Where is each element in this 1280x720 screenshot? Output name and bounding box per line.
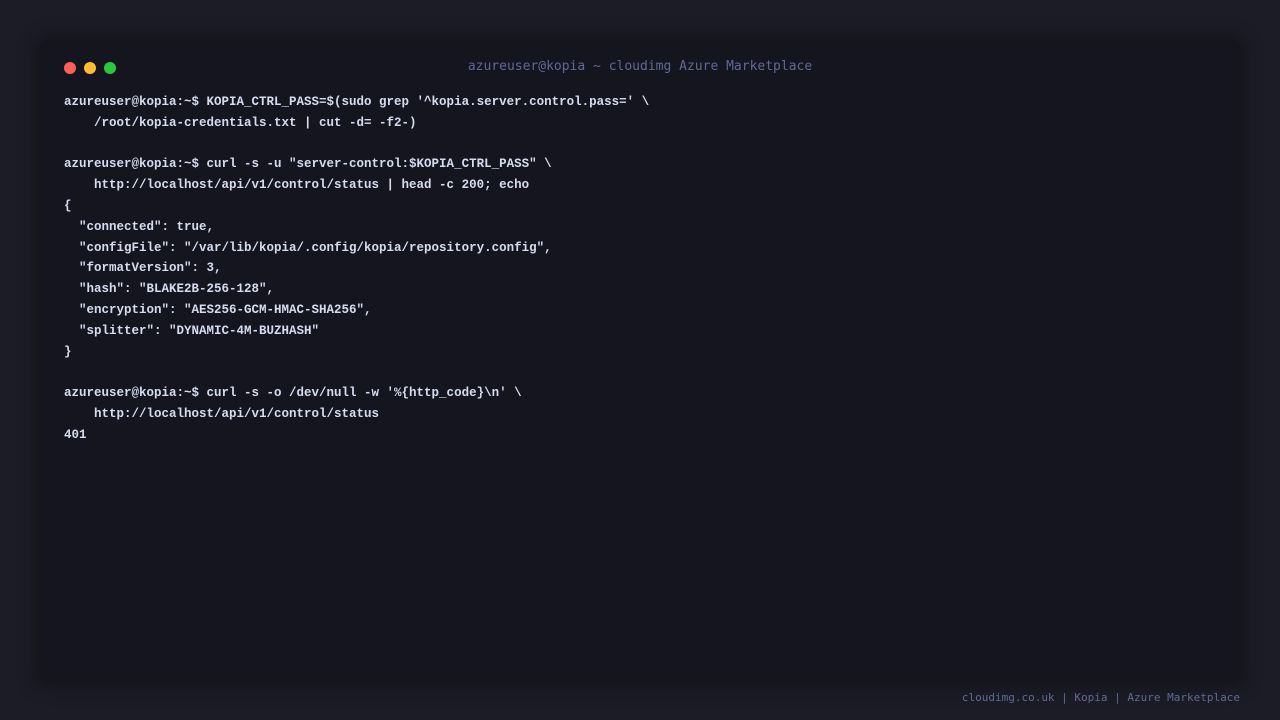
terminal-window: azureuser@kopia ~ cloudimg Azure Marketp… (40, 40, 1240, 682)
terminal-line: "connected": true, (64, 219, 215, 234)
terminal-line: 401 (64, 427, 87, 442)
window-title: azureuser@kopia ~ cloudimg Azure Marketp… (467, 59, 813, 74)
terminal-line: { (64, 198, 72, 213)
terminal-output[interactable]: azureuser@kopia:~$ KOPIA_CTRL_PASS=$(sud… (64, 92, 1216, 446)
terminal-line: azureuser@kopia:~$ curl -s -o /dev/null … (64, 386, 522, 401)
terminal-line: } (64, 344, 72, 359)
terminal-line: "configFile": "/var/lib/kopia/.config/ko… (64, 240, 552, 255)
terminal-line: "hash": "BLAKE2B-256-128", (64, 282, 275, 297)
footer-branding: cloudimg.co.uk | Kopia | Azure Marketpla… (961, 691, 1240, 704)
terminal-line: "encryption": "AES256-GCM-HMAC-SHA256", (64, 302, 372, 317)
terminal-line: "formatVersion": 3, (64, 261, 222, 276)
terminal-line: /root/kopia-credentials.txt | cut -d= -f… (64, 115, 417, 130)
terminal-line: azureuser@kopia:~$ curl -s -u "server-co… (64, 157, 552, 172)
terminal-line: http://localhost/api/v1/control/status (64, 406, 380, 421)
terminal-line: "splitter": "DYNAMIC-4M-BUZHASH" (64, 323, 320, 338)
title-bar: azureuser@kopia ~ cloudimg Azure Marketp… (40, 40, 1240, 96)
terminal-line: azureuser@kopia:~$ KOPIA_CTRL_PASS=$(sud… (64, 95, 650, 109)
terminal-line: http://localhost/api/v1/control/status |… (64, 178, 530, 193)
